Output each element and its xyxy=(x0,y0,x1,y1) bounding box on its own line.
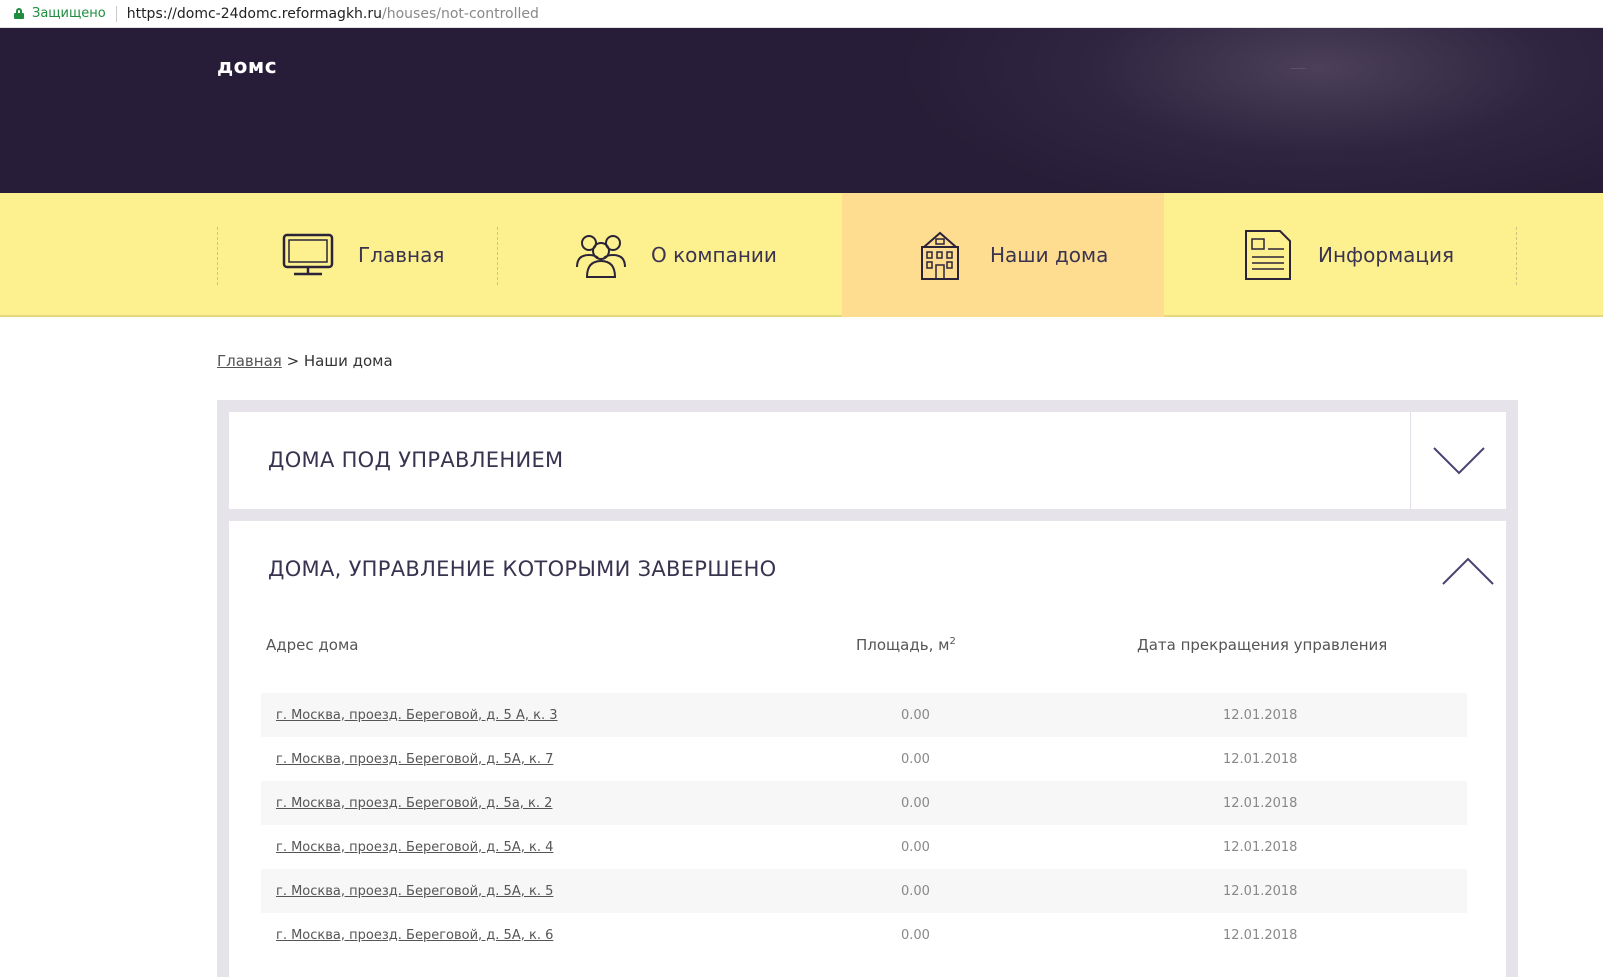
nav-item-label: Наши дома xyxy=(990,243,1109,267)
url-host[interactable]: https://domc-24domc.reformagkh.ru xyxy=(127,6,382,22)
area-header-text: Площадь, м xyxy=(856,636,950,654)
managed-houses-section: ДОМА ПОД УПРАВЛЕНИЕМ xyxy=(229,412,1506,509)
lock-icon xyxy=(14,8,24,19)
house-end-date: 12.01.2018 xyxy=(1223,795,1298,811)
column-header-date: Дата прекращения управления xyxy=(1137,636,1388,654)
nav-item-label: Информация xyxy=(1318,243,1455,267)
house-address-link[interactable]: г. Москва, проезд. Береговой, д. 5А, к. … xyxy=(276,928,553,943)
house-area: 0.00 xyxy=(901,707,930,723)
house-end-date: 12.01.2018 xyxy=(1223,751,1298,767)
house-area: 0.00 xyxy=(901,927,930,943)
house-area: 0.00 xyxy=(901,751,930,767)
site-header: домс xyxy=(0,28,1603,193)
secure-label: Защищено xyxy=(32,6,106,21)
chevron-up-icon xyxy=(1442,557,1494,585)
url-path[interactable]: /houses/not-controlled xyxy=(382,6,539,22)
expand-toggle[interactable] xyxy=(1410,412,1506,509)
nav-item-about[interactable]: О компании xyxy=(573,193,777,317)
nav-divider xyxy=(497,227,498,285)
breadcrumb: Главная > Наши дома xyxy=(217,352,393,370)
building-icon xyxy=(921,231,959,280)
monitor-icon xyxy=(282,233,334,276)
chevron-down-icon xyxy=(1432,446,1485,474)
address-bar[interactable]: Защищено https://domc-24domc.reformagkh.… xyxy=(0,0,1603,28)
nav-item-home[interactable]: Главная xyxy=(280,193,444,317)
house-address-link[interactable]: г. Москва, проезд. Береговой, д. 5А, к. … xyxy=(276,884,553,899)
house-area: 0.00 xyxy=(901,839,930,855)
house-end-date: 12.01.2018 xyxy=(1223,927,1298,943)
nav-item-label: О компании xyxy=(651,243,777,267)
house-area: 0.00 xyxy=(901,795,930,811)
ended-houses-section: ДОМА, УПРАВЛЕНИЕ КОТОРЫМИ ЗАВЕРШЕНО Адре… xyxy=(229,521,1506,977)
house-area: 0.00 xyxy=(901,883,930,899)
house-address-link[interactable]: г. Москва, проезд. Береговой, д. 5а, к. … xyxy=(276,796,552,811)
table-row: г. Москва, проезд. Береговой, д. 5А, к. … xyxy=(261,825,1467,869)
house-address-link[interactable]: г. Москва, проезд. Береговой, д. 5А, к. … xyxy=(276,840,553,855)
site-logo[interactable]: домс xyxy=(217,54,277,78)
houses-table: г. Москва, проезд. Береговой, д. 5 А, к.… xyxy=(261,693,1467,957)
document-icon xyxy=(1245,230,1291,280)
area-header-superscript: 2 xyxy=(949,636,956,647)
address-separator xyxy=(115,5,117,22)
house-end-date: 12.01.2018 xyxy=(1223,883,1298,899)
column-header-area: Площадь, м2 xyxy=(856,636,956,654)
breadcrumb-home-link[interactable]: Главная xyxy=(217,352,282,370)
house-address-link[interactable]: г. Москва, проезд. Береговой, д. 5А, к. … xyxy=(276,752,553,767)
header-decoration xyxy=(1290,68,1306,69)
section-title[interactable]: ДОМА ПОД УПРАВЛЕНИЕМ xyxy=(268,448,563,472)
people-icon xyxy=(576,235,626,278)
table-row: г. Москва, проезд. Береговой, д. 5 А, к.… xyxy=(261,693,1467,737)
section-title[interactable]: ДОМА, УПРАВЛЕНИЕ КОТОРЫМИ ЗАВЕРШЕНО xyxy=(268,557,777,581)
house-address-link[interactable]: г. Москва, проезд. Береговой, д. 5 А, к.… xyxy=(276,708,558,723)
house-end-date: 12.01.2018 xyxy=(1223,839,1298,855)
breadcrumb-separator: > xyxy=(281,352,304,370)
main-nav: Главная О компании Наши дома Информация xyxy=(0,193,1603,317)
nav-divider xyxy=(1516,227,1517,285)
secure-indicator[interactable]: Защищено xyxy=(14,6,106,21)
house-end-date: 12.01.2018 xyxy=(1223,707,1298,723)
table-row: г. Москва, проезд. Береговой, д. 5А, к. … xyxy=(261,913,1467,957)
nav-item-info[interactable]: Информация xyxy=(1240,193,1454,317)
nav-item-label: Главная xyxy=(358,243,445,267)
column-header-address: Адрес дома xyxy=(266,636,359,654)
table-row: г. Москва, проезд. Береговой, д. 5А, к. … xyxy=(261,869,1467,913)
collapse-toggle[interactable] xyxy=(1440,551,1496,591)
table-row: г. Москва, проезд. Береговой, д. 5а, к. … xyxy=(261,781,1467,825)
table-row: г. Москва, проезд. Береговой, д. 5А, к. … xyxy=(261,737,1467,781)
nav-divider xyxy=(217,227,218,285)
nav-item-houses[interactable]: Наши дома xyxy=(842,193,1164,317)
breadcrumb-current: Наши дома xyxy=(303,352,393,370)
